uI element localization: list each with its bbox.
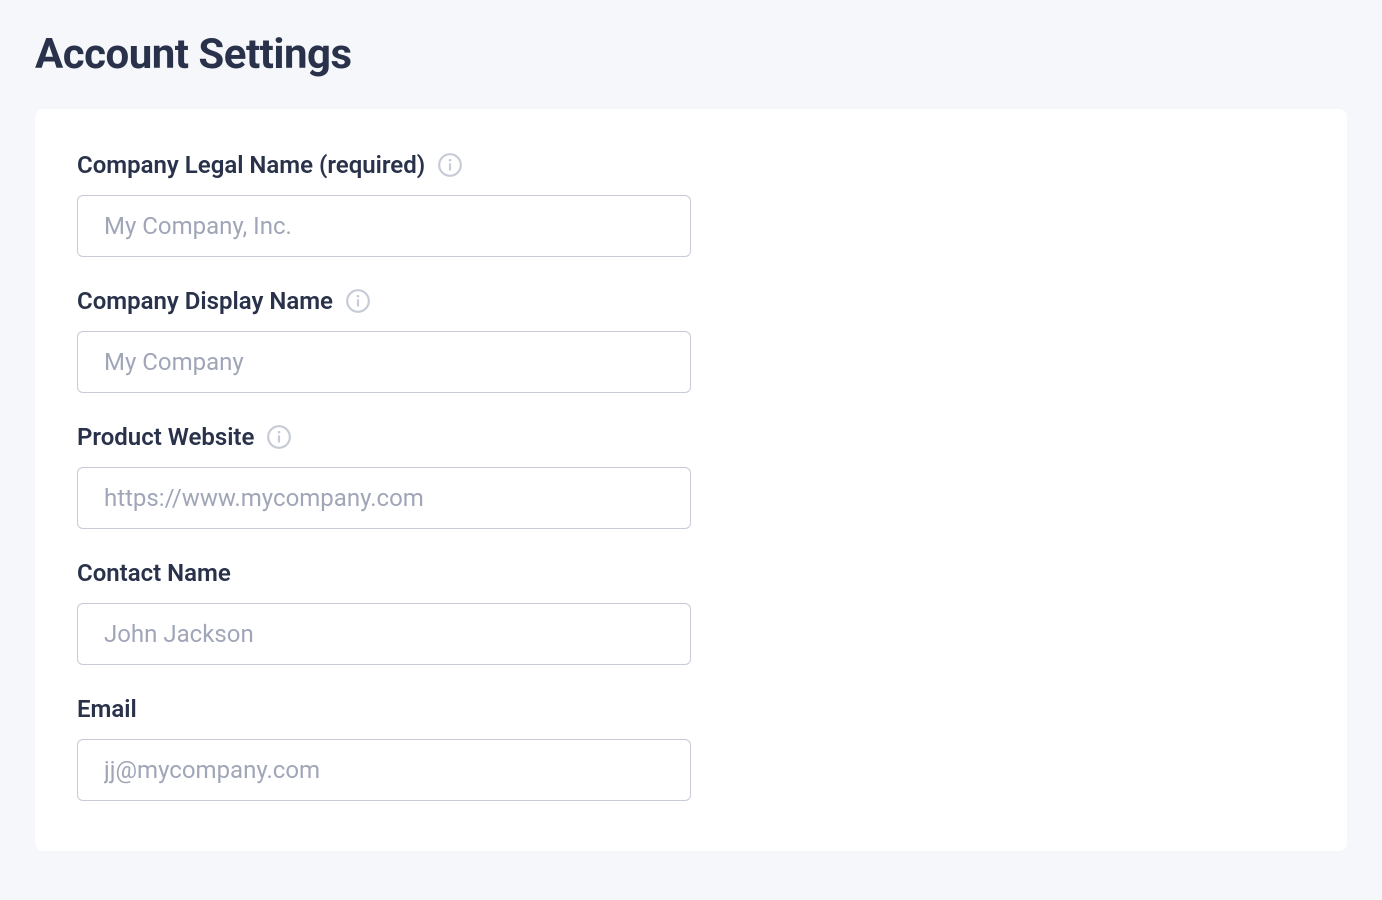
form-group-company-display-name: Company Display Name <box>77 287 1305 393</box>
form-group-product-website: Product Website <box>77 423 1305 529</box>
product-website-input[interactable] <box>77 467 691 529</box>
form-group-email: Email <box>77 695 1305 801</box>
contact-name-label: Contact Name <box>77 559 231 587</box>
product-website-label: Product Website <box>77 423 254 451</box>
label-row: Email <box>77 695 1305 723</box>
contact-name-input[interactable] <box>77 603 691 665</box>
label-row: Contact Name <box>77 559 1305 587</box>
settings-card: Company Legal Name (required) Company Di… <box>35 109 1347 851</box>
info-icon[interactable] <box>437 152 463 178</box>
label-row: Company Legal Name (required) <box>77 151 1305 179</box>
company-legal-name-label: Company Legal Name (required) <box>77 151 425 179</box>
page-title: Account Settings <box>35 30 1347 79</box>
email-input[interactable] <box>77 739 691 801</box>
label-row: Product Website <box>77 423 1305 451</box>
form-group-company-legal-name: Company Legal Name (required) <box>77 151 1305 257</box>
company-display-name-label: Company Display Name <box>77 287 333 315</box>
company-legal-name-input[interactable] <box>77 195 691 257</box>
email-label: Email <box>77 695 137 723</box>
info-icon[interactable] <box>345 288 371 314</box>
company-display-name-input[interactable] <box>77 331 691 393</box>
info-icon[interactable] <box>266 424 292 450</box>
label-row: Company Display Name <box>77 287 1305 315</box>
form-group-contact-name: Contact Name <box>77 559 1305 665</box>
